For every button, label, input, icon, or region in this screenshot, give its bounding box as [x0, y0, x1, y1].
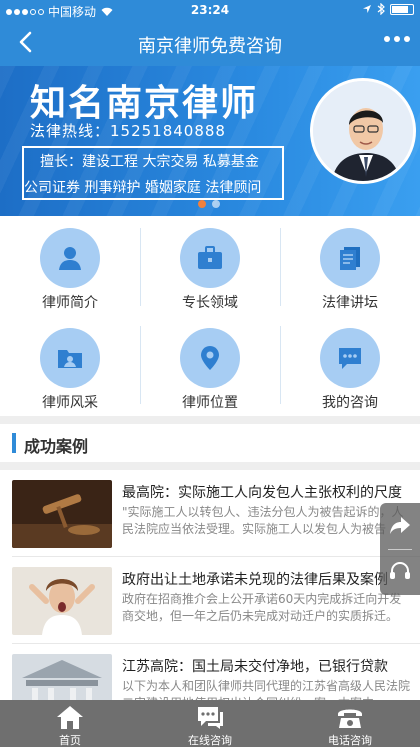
pager-dot[interactable] — [212, 200, 220, 208]
grid-item-my-consult[interactable]: 我的咨询 — [280, 316, 420, 416]
feature-grid: 律师简介 专长领域 法律讲坛 律师风采 律师位置 我的咨询 — [0, 216, 420, 416]
grid-item-label: 我的咨询 — [322, 395, 378, 411]
briefcase-icon — [180, 228, 240, 288]
bottom-tab-bar: 首页 在线咨询 电话咨询 — [0, 700, 420, 747]
hero-banner[interactable]: 知名南京律师 法律热线：15251840888 擅长：建设工程 大宗交易 私募基… — [0, 66, 420, 216]
status-time: 23:24 — [190, 3, 230, 17]
list-item[interactable]: 最高院：实际施工人向发包人主张权利的尺度 "实际施工人以转包人、违法分包人为被告… — [0, 470, 420, 556]
chat-bubble-icon — [320, 328, 380, 388]
pager-dot[interactable] — [198, 200, 206, 208]
floating-divider — [388, 549, 412, 550]
tab-online-consult[interactable]: 在线咨询 — [140, 700, 280, 747]
banner-title: 知名南京律师 — [30, 83, 259, 124]
status-bar: 中国移动 23:24 — [0, 0, 420, 20]
home-icon — [57, 706, 83, 729]
grid-item-label: 律师风采 — [42, 395, 98, 411]
nav-bar: 南京律师免费咨询 — [0, 20, 420, 66]
phone-icon — [338, 709, 362, 728]
grid-item-label: 法律讲坛 — [322, 295, 378, 311]
case-list: 最高院：实际施工人向发包人主张权利的尺度 "实际施工人以转包人、违法分包人为被告… — [0, 470, 420, 722]
grid-item-expertise[interactable]: 专长领域 — [140, 216, 280, 316]
photo-folder-icon — [40, 328, 100, 388]
tab-label: 在线咨询 — [188, 734, 232, 747]
headset-icon[interactable] — [388, 559, 412, 583]
banner-specialty-line-1: 擅长：建设工程 大宗交易 私募基金 — [40, 154, 259, 170]
floating-toolbar — [380, 503, 420, 595]
banner-hotline: 法律热线：15251840888 — [30, 122, 226, 140]
page-title: 南京律师免费咨询 — [138, 36, 282, 57]
location-arrow-icon — [363, 5, 371, 13]
grid-item-law-forum[interactable]: 法律讲坛 — [280, 216, 420, 316]
tab-label: 电话咨询 — [328, 734, 372, 747]
grid-item-label: 律师简介 — [42, 295, 98, 311]
status-right — [362, 3, 414, 15]
bluetooth-icon — [377, 3, 385, 15]
article-thumbnail — [12, 480, 112, 548]
tab-phone-consult[interactable]: 电话咨询 — [280, 700, 420, 747]
grid-item-lawyer-intro[interactable]: 律师简介 — [0, 216, 140, 316]
grid-item-label: 律师位置 — [182, 395, 238, 411]
article-desc: 政府在招商推介会上公开承诺60天内完成拆迁向开发商交地，但一年之后仍未完成对动迁… — [122, 592, 402, 623]
battery-icon — [390, 3, 414, 15]
section-title: 成功案例 — [24, 437, 89, 456]
document-icon — [320, 228, 380, 288]
article-desc: "实际施工人以转包人、违法分包人为被告起诉的，人民法院应当依法受理。实际施工人以… — [122, 505, 404, 536]
location-pin-icon — [180, 328, 240, 388]
user-icon — [40, 228, 100, 288]
more-dots-icon[interactable] — [384, 36, 410, 42]
grid-item-lawyer-gallery[interactable]: 律师风采 — [0, 316, 140, 416]
article-title: 政府出让土地承诺未兑现的法律后果及案例 — [122, 572, 388, 588]
section-accent-bar — [12, 433, 16, 453]
section-header-cases: 成功案例 — [0, 424, 420, 462]
lawyer-portrait — [310, 78, 416, 184]
grid-item-label: 专长领域 — [182, 295, 238, 311]
banner-specialty-line-2: 公司证券 刑事辩护 婚姻家庭 法律顾问 — [24, 180, 262, 196]
tab-label: 首页 — [59, 734, 81, 747]
tab-home[interactable]: 首页 — [0, 700, 140, 747]
article-title: 最高院：实际施工人向发包人主张权利的尺度 — [122, 485, 402, 501]
chat-icon — [198, 707, 223, 729]
lawyer-portrait-illustration — [313, 81, 413, 181]
article-thumbnail — [12, 567, 112, 635]
grid-item-lawyer-location[interactable]: 律师位置 — [140, 316, 280, 416]
article-title: 江苏高院：国土局未交付净地，已银行贷款 — [122, 659, 388, 675]
banner-pager[interactable] — [198, 200, 220, 208]
list-item[interactable]: 政府出让土地承诺未兑现的法律后果及案例 政府在招商推介会上公开承诺60天内完成拆… — [0, 557, 420, 643]
share-arrow-icon[interactable] — [388, 513, 412, 537]
